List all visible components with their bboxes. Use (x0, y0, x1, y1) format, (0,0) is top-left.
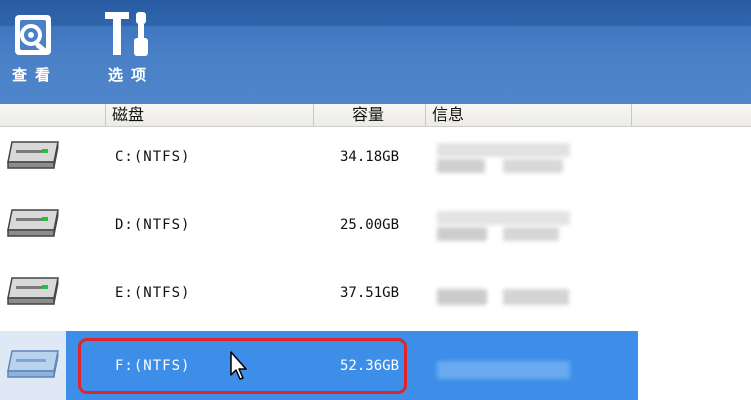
disk-search-icon (15, 15, 51, 55)
column-header-disk[interactable]: 磁盘 (106, 104, 314, 127)
drive-capacity: 34.18GB (340, 149, 400, 165)
toolbar: 查看 选项 (0, 0, 751, 104)
hard-drive-icon (7, 277, 59, 305)
column-header-icon[interactable] (0, 104, 106, 127)
view-button-label: 查看 (11, 66, 58, 84)
drive-name: C:(NTFS) (115, 149, 191, 165)
column-header-capacity[interactable]: 容量 (314, 104, 426, 127)
drive-name: D:(NTFS) (115, 217, 191, 233)
hard-drive-icon (7, 350, 59, 378)
drive-info-redacted (437, 141, 570, 175)
hard-drive-icon (7, 141, 59, 169)
drive-row[interactable]: D:(NTFS) 25.00GB (0, 195, 751, 263)
drive-info-redacted (437, 209, 570, 243)
column-header: 磁盘 容量 信息 (0, 104, 751, 127)
options-button[interactable]: 选项 (96, 6, 166, 86)
tools-icon (105, 12, 148, 56)
drive-row[interactable]: C:(NTFS) 34.18GB (0, 127, 751, 195)
drive-row[interactable]: E:(NTFS) 37.51GB (0, 263, 751, 331)
view-button[interactable]: 查看 (0, 6, 70, 86)
drive-name: E:(NTFS) (115, 285, 191, 301)
options-button-label: 选项 (107, 66, 154, 84)
drive-capacity: 37.51GB (340, 285, 400, 301)
column-header-info[interactable]: 信息 (426, 104, 632, 127)
mouse-cursor-icon (230, 351, 247, 380)
hard-drive-icon (7, 209, 59, 237)
drive-info-redacted (437, 277, 570, 311)
drive-row-selected[interactable]: F:(NTFS) 52.36GB (0, 331, 751, 400)
drive-info-redacted (437, 355, 570, 389)
drive-capacity: 25.00GB (340, 217, 400, 233)
